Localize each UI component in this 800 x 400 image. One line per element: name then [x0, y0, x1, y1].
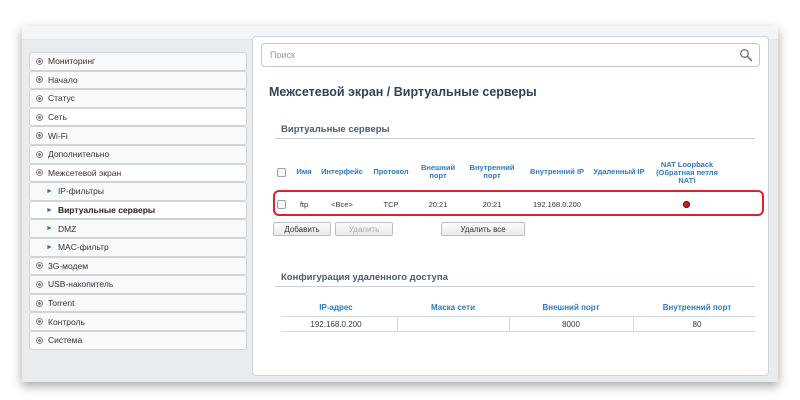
circle-bullet-icon — [36, 280, 43, 288]
delete-button[interactable]: Удалить — [335, 222, 393, 236]
circle-bullet-icon — [36, 336, 43, 344]
sidebar-item-mac-filter[interactable]: ► MAC-фильтр — [29, 237, 247, 257]
circle-bullet-icon — [36, 262, 43, 270]
sidebar-item-label: IP-фильтры — [57, 186, 104, 197]
add-button[interactable]: Добавить — [273, 222, 331, 236]
sidebar-item-network[interactable]: Сеть — [29, 107, 247, 127]
col-ext-port: Внешний порт — [542, 302, 600, 312]
sidebar-item-3g-modem[interactable]: 3G-модем — [29, 256, 247, 276]
sidebar-item-ip-filters[interactable]: ► IP-фильтры — [29, 182, 247, 201]
page-title: Межсетевой экран / Виртуальные серверы — [269, 85, 537, 99]
sidebar-item-label: Система — [48, 335, 83, 346]
row-highlight-frame — [273, 190, 764, 216]
col-int-ip: Внутренний IP — [529, 167, 585, 177]
triangle-right-icon: ► — [46, 206, 53, 214]
col-int-port: Внутренний порт — [662, 302, 732, 312]
circle-bullet-icon — [36, 94, 43, 102]
circle-bullet-icon — [36, 318, 43, 326]
circle-bullet-icon — [36, 57, 43, 65]
col-name: Имя — [296, 167, 312, 177]
main-panel: Поиск Межсетевой экран / Виртуальные сер… — [252, 36, 769, 376]
sidebar-item-label: USB-накопитель — [48, 279, 114, 290]
circle-bullet-icon — [36, 113, 43, 121]
col-mask: Маска сети — [431, 302, 475, 312]
sidebar-item-dmz[interactable]: ► DMZ — [29, 219, 247, 238]
search-input[interactable]: Поиск — [261, 43, 760, 67]
sidebar-item-label: MAC-фильтр — [57, 242, 109, 253]
circle-bullet-icon — [36, 169, 43, 177]
sidebar-item-label: 3G-модем — [48, 260, 89, 271]
sidebar-item-label: Статус — [48, 93, 75, 104]
sidebar-item-wifi[interactable]: Wi-Fi — [29, 126, 247, 145]
sidebar-item-label: Межсетевой экран — [48, 167, 122, 178]
sidebar-item-system[interactable]: Система — [29, 330, 247, 350]
triangle-right-icon: ► — [46, 187, 53, 195]
sidebar-item-label: DMZ — [57, 223, 77, 234]
circle-bullet-icon — [36, 150, 43, 158]
sidebar-item-control[interactable]: Контроль — [29, 312, 247, 331]
col-interface: Интерфейс — [321, 167, 363, 177]
col-protocol: Протокол — [373, 167, 409, 177]
delete-all-button[interactable]: Удалить все — [441, 222, 525, 236]
cell-int-port: 80 — [692, 319, 702, 329]
col-ip: IP-адрес — [319, 302, 353, 312]
cell-ext-port: 8000 — [562, 319, 580, 329]
select-all-checkbox[interactable] — [277, 168, 286, 177]
sidebar-item-label: Контроль — [48, 316, 85, 327]
search-placeholder: Поиск — [270, 50, 295, 60]
sidebar-item-virtual-servers[interactable]: ► Виртуальные серверы — [29, 200, 247, 220]
sidebar: Мониторинг Начало Статус Сеть Wi-Fi Допо… — [29, 52, 247, 350]
circle-bullet-icon — [36, 132, 43, 140]
sidebar-item-advanced[interactable]: Дополнительно — [29, 144, 247, 164]
sidebar-item-status[interactable]: Статус — [29, 89, 247, 108]
cell-mask — [403, 317, 503, 331]
sidebar-item-label: Виртуальные серверы — [57, 205, 156, 216]
sidebar-item-label: Дополнительно — [48, 149, 110, 160]
search-icon[interactable] — [739, 48, 753, 62]
cell-divider — [397, 317, 398, 331]
col-ext-port: Внешний порт — [420, 163, 456, 180]
circle-bullet-icon — [36, 76, 43, 84]
sidebar-item-label: Сеть — [48, 112, 67, 123]
sidebar-item-label: Мониторинг — [48, 56, 96, 67]
sidebar-item-label: Начало — [48, 74, 78, 85]
router-admin-window: Мониторинг Начало Статус Сеть Wi-Fi Допо… — [22, 26, 778, 382]
sidebar-item-firewall[interactable]: Межсетевой экран — [29, 163, 247, 183]
sidebar-item-start[interactable]: Начало — [29, 70, 247, 90]
section-divider — [275, 138, 755, 139]
sidebar-item-label: Wi-Fi — [48, 130, 68, 141]
triangle-right-icon: ► — [46, 225, 53, 233]
col-remote-ip: Удаленный IP — [593, 167, 645, 177]
triangle-right-icon: ► — [46, 243, 53, 251]
cell-divider — [509, 317, 510, 331]
sidebar-item-usb-storage[interactable]: USB-накопитель — [29, 275, 247, 294]
col-int-port: Внутренний порт — [469, 163, 515, 180]
cell-ip: 192.168.0.200 — [310, 319, 362, 329]
sidebar-item-label: Torrent — [48, 298, 75, 309]
section-title-virtual-servers: Виртуальные серверы — [281, 124, 390, 135]
circle-bullet-icon — [36, 299, 43, 307]
section-divider — [275, 286, 755, 287]
sidebar-item-monitoring[interactable]: Мониторинг — [29, 52, 247, 71]
table-row[interactable]: 192.168.0.200 8000 80 — [281, 316, 755, 332]
section-title-remote-access: Конфигурация удаленного доступа — [281, 272, 448, 283]
sidebar-item-torrent[interactable]: Torrent — [29, 293, 247, 313]
cell-divider — [633, 317, 634, 331]
col-nat-loopback: NAT Loopback (Обратная петля NAT) — [656, 161, 718, 183]
